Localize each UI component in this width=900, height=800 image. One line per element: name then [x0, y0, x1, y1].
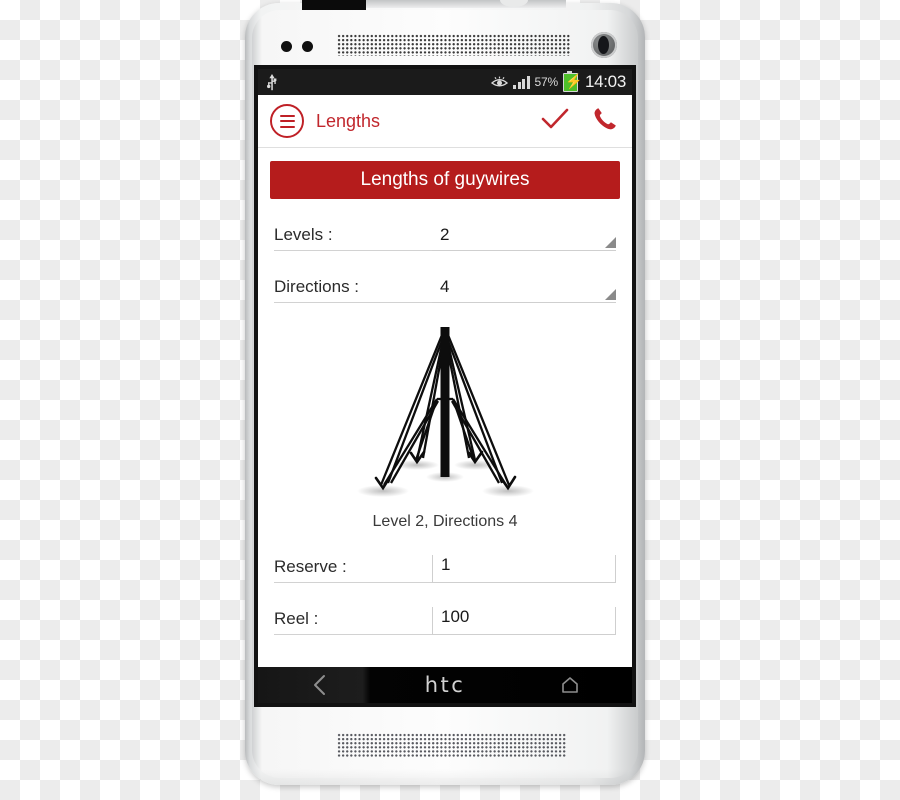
cropped-device-edge-dark [302, 0, 366, 10]
spinner-triangle-icon [605, 289, 616, 300]
usb-icon [265, 73, 279, 91]
field-row-directions[interactable]: Directions : 4 [268, 273, 622, 303]
signal-bars-icon [513, 75, 530, 89]
app-bar: Lengths [258, 95, 632, 148]
battery-percent-label: 57% [534, 75, 559, 89]
figure-caption: Level 2, Directions 4 [372, 513, 518, 530]
field-row-levels[interactable]: Levels : 2 [268, 221, 622, 251]
directions-value: 4 [440, 277, 450, 296]
home-icon[interactable] [508, 676, 632, 694]
section-banner: Lengths of guywires [270, 161, 620, 199]
guywire-tower-diagram [268, 315, 622, 507]
reserve-input[interactable]: 1 [432, 555, 616, 583]
htc-navigation-bar: htc [258, 667, 632, 703]
htc-phone-device: 57% ⚡ 14:03 Lengths Lengths of guywires … [245, 3, 645, 785]
field-row-reserve[interactable]: Reserve : 1 [268, 553, 622, 583]
phone-top-hardware [245, 19, 645, 73]
android-status-bar: 57% ⚡ 14:03 [258, 69, 632, 95]
status-clock: 14:03 [584, 72, 626, 91]
page-title: Lengths [316, 110, 381, 131]
htc-logo: htc [424, 673, 466, 697]
reserve-label: Reserve : [274, 557, 432, 583]
check-icon[interactable] [540, 107, 570, 136]
phone-screen: 57% ⚡ 14:03 Lengths Lengths of guywires … [258, 69, 632, 703]
earpiece-speaker-grille [337, 34, 570, 56]
directions-spinner[interactable]: 4 [432, 277, 616, 303]
hamburger-menu-icon[interactable] [270, 104, 304, 138]
back-chevron-icon[interactable] [258, 674, 382, 696]
phone-call-icon[interactable] [592, 106, 618, 137]
reel-value: 100 [441, 607, 470, 626]
cropped-device-edge-bar [366, 0, 566, 8]
reel-label: Reel : [274, 609, 432, 635]
levels-label: Levels : [274, 225, 432, 251]
field-row-reel[interactable]: Reel : 100 [268, 605, 622, 635]
reel-input[interactable]: 100 [432, 607, 616, 635]
reserve-value: 1 [441, 555, 451, 574]
eye-icon [491, 76, 509, 88]
light-sensor-icon [302, 41, 313, 52]
battery-charging-icon: ⚡ [562, 70, 582, 92]
bottom-speaker-grille [337, 733, 567, 757]
camera-lens [598, 36, 609, 54]
form-content: Lengths of guywires Levels : 2 Direction… [258, 148, 632, 668]
levels-spinner[interactable]: 2 [432, 225, 616, 251]
page-background: 57% ⚡ 14:03 Lengths Lengths of guywires … [0, 0, 900, 800]
levels-value: 2 [440, 225, 450, 244]
front-camera-icon [591, 32, 617, 58]
proximity-sensor-icon [281, 41, 292, 52]
directions-label: Directions : [274, 277, 432, 303]
phone-bottom-chin [245, 769, 645, 785]
spinner-triangle-icon [605, 237, 616, 248]
